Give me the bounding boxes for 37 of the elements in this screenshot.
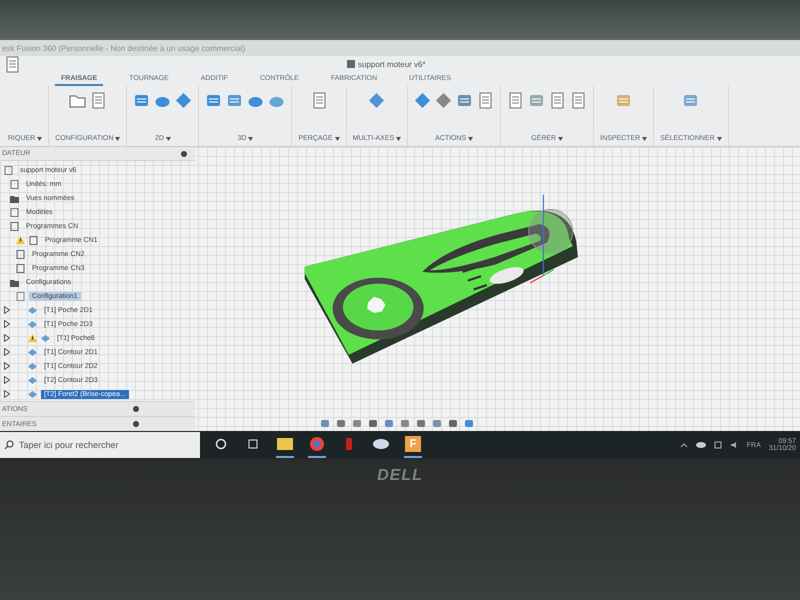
caret-icon (468, 136, 474, 140)
speaker-icon[interactable] (730, 441, 739, 449)
chevron-icon[interactable] (680, 442, 688, 448)
dot-icon (133, 406, 139, 412)
ball-icon (310, 437, 324, 451)
caret-icon (716, 136, 722, 140)
folder-icon (277, 438, 293, 450)
tool-drawing (528, 209, 574, 254)
window-title: esk Fusion 360 (Personnelle - Non destinée à un usage commercial) (2, 44, 246, 52)
warning-icon (28, 334, 37, 342)
folder-icon (10, 194, 19, 202)
cloud-icon (373, 438, 389, 450)
document-icon (16, 292, 25, 300)
caret-icon (558, 136, 564, 140)
app-icon: F (405, 436, 421, 452)
dot-icon (133, 421, 139, 427)
axis-triad-icon (530, 194, 554, 284)
caret-icon (166, 136, 171, 140)
caret-icon (642, 136, 648, 140)
caret-icon (115, 136, 120, 140)
caret-icon (334, 136, 340, 140)
caret-icon (248, 136, 254, 140)
search-bar[interactable]: Taper ici pour rechercher (0, 432, 200, 458)
battery-icon[interactable] (714, 441, 722, 449)
search-field[interactable]: Taper ici pour rechercher (19, 440, 189, 450)
caret-icon (396, 136, 402, 140)
dot-icon (181, 150, 187, 156)
task-view-icon (247, 439, 259, 449)
search-icon (4, 440, 14, 450)
warning-icon (16, 236, 25, 244)
caret-icon (37, 136, 42, 140)
save-icon[interactable] (4, 56, 21, 72)
brand-logo: DELL (377, 467, 423, 486)
cloud-icon[interactable] (696, 442, 706, 448)
circle-icon (215, 438, 227, 450)
folder-icon (10, 278, 19, 286)
app-tile-icon (346, 438, 352, 450)
